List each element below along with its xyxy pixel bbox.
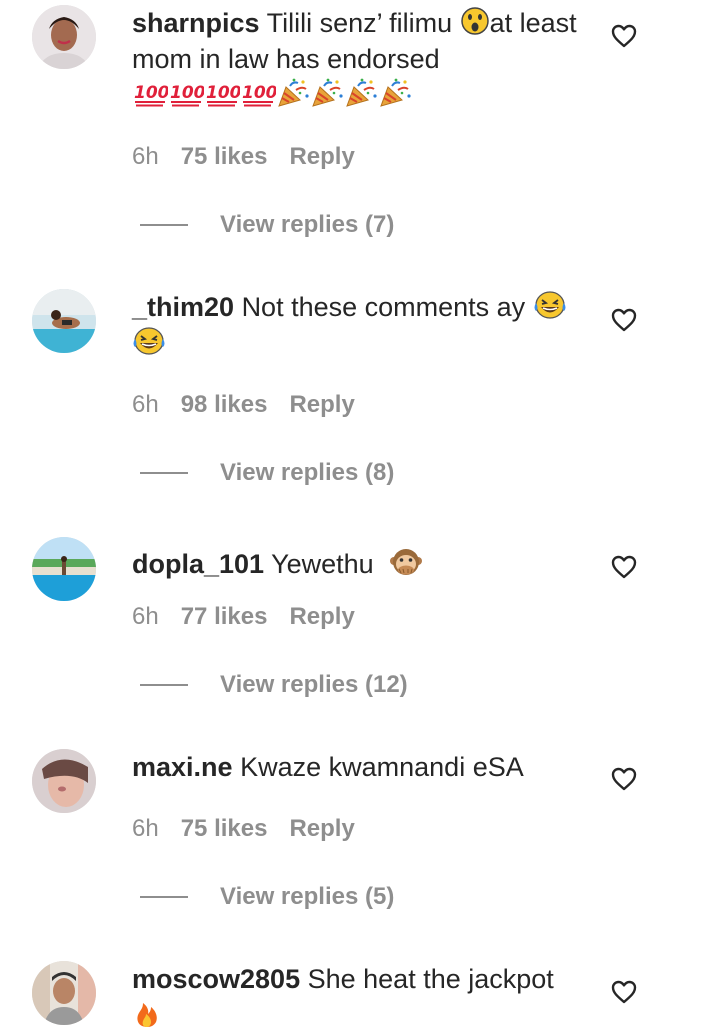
reply-button[interactable]: Reply: [289, 602, 354, 632]
hundred-points-emoji: [168, 78, 204, 108]
replies-divider: [140, 896, 188, 898]
comment-time: 6h: [132, 143, 159, 170]
comment-body: She heat the jackpot: [307, 964, 554, 994]
comment-likes[interactable]: 77 likes: [181, 602, 268, 632]
tears-of-joy-emoji: [132, 326, 166, 356]
replies-divider: [140, 472, 188, 474]
comment-text: dopla_101 Yewethu 🙊: [132, 537, 587, 582]
party-popper-emoji: [276, 78, 310, 108]
comment-time: 6h: [132, 815, 159, 842]
heart-outline-icon[interactable]: [611, 555, 637, 581]
face-open-mouth-emoji: [460, 6, 490, 36]
heart-outline-icon[interactable]: [611, 767, 637, 793]
avatar-thim20[interactable]: [32, 289, 96, 353]
comment-meta: 6h 75 likes Reply: [132, 142, 355, 172]
heart-outline-icon[interactable]: [611, 980, 637, 1006]
heart-outline-icon[interactable]: [611, 24, 637, 50]
comment-body: Yewethu: [271, 549, 374, 579]
avatar-sharnpics[interactable]: [32, 5, 96, 69]
reply-button[interactable]: Reply: [289, 814, 354, 844]
comment-text: maxi.ne Kwaze kwamnandi eSA: [132, 749, 587, 785]
comment-text: moscow2805 She heat the jackpot 🔥: [132, 961, 587, 1033]
replies-divider: [140, 684, 188, 686]
comment-time: 6h: [132, 391, 159, 418]
comment-emoji-line: 💯💯💯💯🎉🎉🎉🎉: [132, 77, 587, 113]
comment-likes[interactable]: 75 likes: [181, 814, 268, 844]
hundred-points-emoji: [240, 78, 276, 108]
comment-body: Tilili senz’ filimu: [266, 8, 460, 38]
avatar-maxi-ne[interactable]: [32, 749, 96, 813]
party-popper-emoji: [310, 78, 344, 108]
comment-meta: 6h 98 likes Reply: [132, 390, 355, 420]
comment-emoji-line: 🔥: [132, 997, 587, 1033]
view-replies-label: View replies (5): [220, 883, 395, 910]
avatar-photo: [32, 537, 96, 601]
comment-text: sharnpics Tilili senz’ filimu at least m…: [132, 5, 587, 113]
heart-outline-icon[interactable]: [611, 308, 637, 334]
comment-username[interactable]: maxi.ne: [132, 752, 233, 782]
reply-button[interactable]: Reply: [289, 142, 354, 172]
party-popper-emoji: [378, 78, 412, 108]
comment-likes[interactable]: 75 likes: [181, 142, 268, 172]
avatar-photo: [32, 289, 96, 353]
replies-divider: [140, 224, 188, 226]
comment-likes[interactable]: 98 likes: [181, 390, 268, 420]
comment-body: Not these comments ay: [241, 292, 526, 322]
avatar-photo: [32, 749, 96, 813]
comment-username[interactable]: moscow2805: [132, 964, 300, 994]
hundred-points-emoji: [204, 78, 240, 108]
avatar-moscow2805[interactable]: [32, 961, 96, 1025]
avatar-dopla-101[interactable]: [32, 537, 96, 601]
view-replies-label: View replies (12): [220, 671, 408, 698]
avatar-photo: [32, 961, 96, 1025]
reply-button[interactable]: Reply: [289, 390, 354, 420]
comment-username[interactable]: dopla_101: [132, 549, 264, 579]
comment-emoji-line: 😂: [132, 325, 587, 361]
comment-username[interactable]: sharnpics: [132, 8, 260, 38]
fire-emoji: [132, 998, 162, 1028]
comment-body: Kwaze kwamnandi eSA: [240, 752, 524, 782]
view-replies-label: View replies (8): [220, 459, 395, 486]
comment-meta: 6h 77 likes Reply: [132, 602, 355, 632]
avatar-photo: [32, 5, 96, 69]
party-popper-emoji: [344, 78, 378, 108]
comment-time: 6h: [132, 603, 159, 630]
comment-meta: 6h 75 likes Reply: [132, 814, 355, 844]
speak-no-evil-monkey-emoji: [389, 547, 423, 577]
tears-of-joy-emoji: [533, 290, 567, 320]
view-replies-label: View replies (7): [220, 211, 395, 238]
comment-username[interactable]: _thim20: [132, 292, 234, 322]
comment-text: _thim20 Not these comments ay 😂: [132, 289, 587, 361]
